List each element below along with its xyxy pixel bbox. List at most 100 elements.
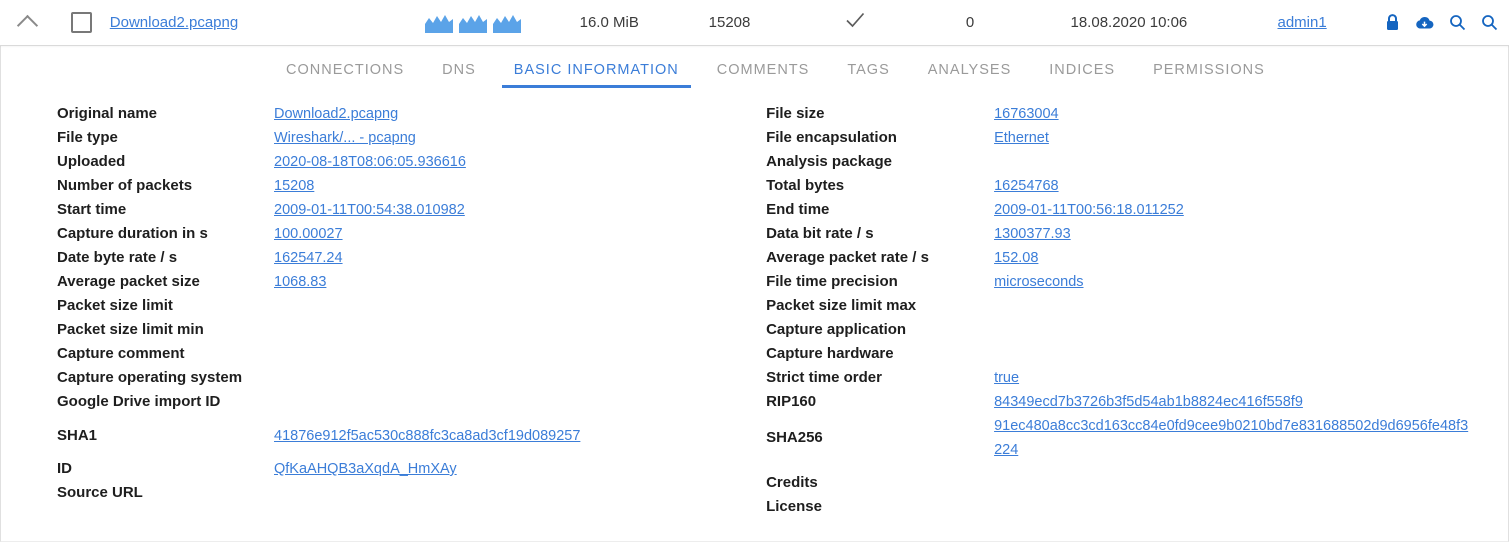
property-value-link[interactable]: QfKaAHQB3aXqdA_HmXAy: [274, 461, 457, 477]
property-row: Packet size limit: [57, 294, 710, 318]
row-select-cell[interactable]: [56, 12, 108, 33]
property-label: Average packet rate / s: [766, 249, 929, 266]
property-row: Average packet size 1068.83: [57, 270, 710, 294]
property-value-link[interactable]: 152.08: [994, 250, 1038, 266]
property-value-link[interactable]: Download2.pcapng: [274, 106, 398, 122]
property-label: License: [766, 498, 822, 515]
property-label: Capture duration in s: [57, 225, 208, 242]
property-label: File time precision: [766, 273, 898, 290]
traffic-sparkline-cell: [389, 13, 556, 33]
property-value-link[interactable]: Wireshark/... - pcapng: [274, 130, 416, 146]
property-value-link[interactable]: 91ec480a8cc3cd163cc84e0fd9cee9b0210bd7e8…: [994, 418, 1468, 458]
property-label: Original name: [57, 105, 158, 122]
search-icon[interactable]: [1481, 14, 1498, 31]
tab-analyses[interactable]: ANALYSES: [909, 62, 1031, 88]
uploaded-at-value: 18.08.2020 10:06: [1070, 14, 1188, 31]
property-row: SHA1 41876e912f5ac530c888fc3ca8ad3cf19d0…: [57, 424, 710, 448]
file-size-cell: 16.0 MiB: [556, 14, 662, 31]
tab-permissions[interactable]: PERMISSIONS: [1134, 62, 1284, 88]
property-label: SHA1: [57, 427, 98, 444]
property-value-link[interactable]: 2020-08-18T08:06:05.936616: [274, 154, 466, 170]
property-row: Strict time order true: [766, 366, 1508, 390]
property-row: File encapsulation Ethernet: [766, 126, 1508, 150]
property-value-link[interactable]: 1068.83: [274, 274, 326, 290]
property-value-link[interactable]: 100.00027: [274, 226, 343, 242]
collapse-row-button[interactable]: [0, 13, 56, 36]
property-label: Source URL: [57, 484, 143, 501]
property-value-link[interactable]: 41876e912f5ac530c888fc3ca8ad3cf19d089257: [274, 428, 580, 444]
property-row: Capture comment: [57, 342, 710, 366]
tab-dns[interactable]: DNS: [423, 62, 495, 88]
property-value-link[interactable]: 2009-01-11T00:56:18.011252: [994, 202, 1184, 218]
property-label: RIP160: [766, 393, 817, 410]
owner-cell[interactable]: admin1: [1230, 14, 1374, 31]
cloud-download-icon[interactable]: [1415, 15, 1434, 31]
property-row: Capture operating system: [57, 366, 710, 390]
property-value-link[interactable]: 84349ecd7b3726b3f5d54ab1b8824ec416f558f9: [994, 394, 1303, 410]
property-row: Original name Download2.pcapng: [57, 102, 710, 126]
property-row: File size 16763004: [766, 102, 1508, 126]
file-summary-row[interactable]: Download2.pcapng 16.0 MiB 15208 0 18.08.…: [0, 0, 1509, 48]
uploaded-at-cell: 18.08.2020 10:06: [1028, 14, 1230, 31]
file-name-cell[interactable]: Download2.pcapng: [108, 14, 389, 31]
property-value-link[interactable]: 1300377.93: [994, 226, 1071, 242]
property-value-link[interactable]: 15208: [274, 178, 314, 194]
property-label: Capture comment: [57, 345, 185, 362]
search-icon[interactable]: [1449, 14, 1466, 31]
property-label: File size: [766, 105, 825, 122]
property-row: Uploaded 2020-08-18T08:06:05.936616: [57, 150, 710, 174]
property-label: Google Drive import ID: [57, 393, 221, 410]
property-row: Packet size limit max: [766, 294, 1508, 318]
property-value-link[interactable]: 16254768: [994, 178, 1059, 194]
property-row: Date byte rate / s 162547.24: [57, 246, 710, 270]
property-value-link[interactable]: true: [994, 370, 1019, 386]
property-row: Packet size limit min: [57, 318, 710, 342]
property-label: Average packet size: [57, 273, 200, 290]
row-actions[interactable]: [1374, 14, 1509, 31]
status-cell: [797, 9, 912, 36]
detail-panel: CONNECTIONS DNS BASIC INFORMATION COMMEN…: [0, 46, 1509, 542]
property-label: Packet size limit: [57, 297, 173, 314]
packet-count-value: 15208: [708, 14, 751, 31]
tab-indices[interactable]: INDICES: [1030, 62, 1134, 88]
property-value-link[interactable]: 16763004: [994, 106, 1059, 122]
property-label: Credits: [766, 474, 818, 491]
tab-basic-information[interactable]: BASIC INFORMATION: [495, 62, 698, 88]
owner-link[interactable]: admin1: [1278, 14, 1327, 31]
property-label: Packet size limit max: [766, 297, 917, 314]
property-label: SHA256: [766, 429, 823, 446]
tab-comments[interactable]: COMMENTS: [698, 62, 829, 88]
property-row: Capture hardware: [766, 342, 1508, 366]
detail-tabs[interactable]: CONNECTIONS DNS BASIC INFORMATION COMMEN…: [1, 46, 1508, 88]
file-size-value: 16.0 MiB: [579, 14, 639, 31]
pcap-detail-panel: Download2.pcapng 16.0 MiB 15208 0 18.08.…: [0, 0, 1509, 543]
property-value-link[interactable]: 162547.24: [274, 250, 343, 266]
property-label: File type: [57, 129, 118, 146]
property-row: Capture duration in s 100.00027: [57, 222, 710, 246]
property-label: Date byte rate / s: [57, 249, 178, 266]
tab-connections[interactable]: CONNECTIONS: [267, 62, 423, 88]
property-value-link[interactable]: 2009-01-11T00:54:38.010982: [274, 202, 465, 218]
chevron-up-icon[interactable]: [17, 14, 39, 36]
property-row: Source URL: [57, 481, 710, 505]
property-label: Packet size limit min: [57, 321, 204, 338]
property-row: SHA256 91ec480a8cc3cd163cc84e0fd9cee9b02…: [766, 414, 1508, 462]
property-label: Analysis package: [766, 153, 892, 170]
tab-tags[interactable]: TAGS: [828, 62, 908, 88]
property-value-link[interactable]: Ethernet: [994, 130, 1049, 146]
checkbox-icon[interactable]: [71, 12, 93, 33]
error-count-value: 0: [965, 14, 975, 31]
packet-count-cell: 15208: [662, 14, 797, 31]
error-count-cell: 0: [912, 14, 1027, 31]
property-row: RIP160 84349ecd7b3726b3f5d54ab1b8824ec41…: [766, 390, 1508, 414]
property-label: Total bytes: [766, 177, 845, 194]
lock-icon[interactable]: [1385, 14, 1400, 31]
property-value-link[interactable]: microseconds: [994, 274, 1083, 290]
traffic-sparkline-icon: [424, 13, 521, 33]
file-name-link[interactable]: Download2.pcapng: [110, 14, 238, 31]
property-label: Capture application: [766, 321, 907, 338]
property-row: Average packet rate / s 152.08: [766, 246, 1508, 270]
property-label: Uploaded: [57, 153, 126, 170]
property-row: ID QfKaAHQB3aXqdA_HmXAy: [57, 457, 710, 481]
property-row: Credits: [766, 471, 1508, 495]
